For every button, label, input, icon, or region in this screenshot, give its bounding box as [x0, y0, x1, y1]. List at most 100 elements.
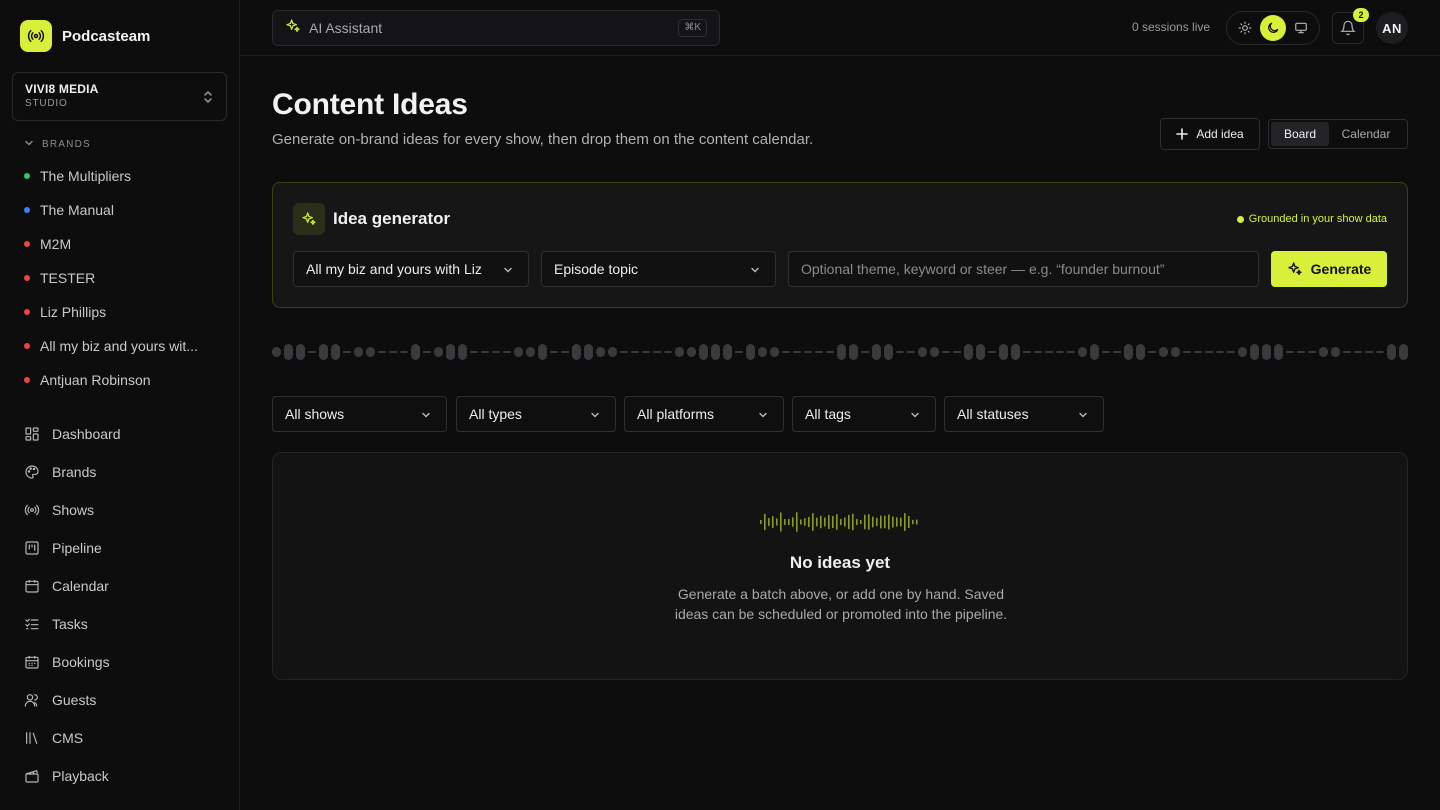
waveform-bar	[584, 344, 593, 360]
plus-icon	[1176, 128, 1189, 140]
waveform-bar	[1343, 351, 1351, 353]
nav-item-cms[interactable]: CMS	[24, 719, 224, 757]
add-idea-button[interactable]: Add idea	[1160, 118, 1260, 150]
waveform-divider	[272, 344, 1408, 360]
waveform-bar	[389, 351, 397, 353]
brand-color-dot	[24, 173, 30, 179]
waveform-bar	[1331, 347, 1340, 357]
waveform-bar	[760, 520, 762, 524]
sidebar-brand-item[interactable]: TESTER	[24, 261, 224, 295]
waveform-bar	[1262, 344, 1271, 360]
waveform-bar	[804, 351, 812, 353]
waveform-bar	[988, 351, 996, 353]
waveform-bar	[896, 517, 898, 527]
waveform-bar	[904, 513, 906, 531]
nav-item-guests[interactable]: Guests	[24, 681, 224, 719]
sidebar-brand-item[interactable]: The Multipliers	[24, 159, 224, 193]
checklist-icon	[24, 616, 40, 632]
waveform-bar	[343, 351, 351, 353]
nav-item-brands[interactable]: Brands	[24, 453, 224, 491]
tab-board[interactable]: Board	[1271, 122, 1329, 146]
sidebar-brand-item[interactable]: Liz Phillips	[24, 295, 224, 329]
tab-calendar[interactable]: Calendar	[1329, 122, 1403, 146]
waveform-bar	[272, 347, 281, 357]
waveform-bar	[999, 344, 1008, 360]
nav-item-calendar[interactable]: Calendar	[24, 567, 224, 605]
nav-item-bookings[interactable]: Bookings	[24, 643, 224, 681]
waveform-bar	[1067, 351, 1075, 353]
ai-assistant-button[interactable]: AI Assistant ⌘K	[272, 10, 720, 46]
shortcut-hint: ⌘K	[678, 19, 707, 37]
waveform-bar	[503, 351, 511, 353]
waveform-bar	[492, 351, 500, 353]
waveform-bar	[772, 516, 774, 528]
sidebar-brand-item[interactable]: Antjuan Robinson	[24, 363, 224, 397]
waveform-bar	[884, 515, 886, 529]
waveform-bar	[550, 351, 558, 353]
waveform-bar	[331, 344, 340, 360]
nav-item-pipeline[interactable]: Pipeline	[24, 529, 224, 567]
moon-icon	[1268, 22, 1279, 33]
grounded-label: Grounded in your show data	[1248, 213, 1387, 225]
nav-item-tasks[interactable]: Tasks	[24, 605, 224, 643]
workspace-switcher[interactable]: VIVI8 MEDIA STUDIO	[12, 72, 227, 121]
filter-types[interactable]: All types	[456, 396, 616, 432]
add-idea-label: Add idea	[1196, 127, 1244, 141]
show-select[interactable]: All my biz and yours with Liz	[293, 251, 529, 287]
brands-section-toggle[interactable]: BRANDS	[24, 138, 91, 151]
idea-type-select[interactable]: Episode topic	[541, 251, 776, 287]
notifications-button[interactable]: 2	[1332, 8, 1369, 44]
waveform-bar	[860, 519, 862, 525]
idea-generator-title: Idea generator	[333, 209, 451, 228]
waveform-bar	[820, 515, 822, 529]
waveform-bar	[930, 347, 939, 357]
waveform-bar	[840, 518, 842, 526]
waveform-bar	[884, 344, 893, 360]
nav-item-playback[interactable]: Playback	[24, 757, 224, 795]
waveform-bar	[784, 518, 786, 526]
nav-label: Brands	[52, 464, 97, 480]
waveform-bar	[826, 351, 834, 353]
filter-tags[interactable]: All tags	[792, 396, 936, 432]
sidebar-brand-item[interactable]: M2M	[24, 227, 224, 261]
sidebar-brand-item[interactable]: The Manual	[24, 193, 224, 227]
sparkles-icon	[1287, 262, 1302, 275]
generate-button[interactable]: Generate	[1271, 251, 1387, 287]
waveform-bar	[876, 517, 878, 527]
filter-platforms[interactable]: All platforms	[624, 396, 784, 432]
sun-icon	[1238, 21, 1252, 35]
light-theme-button[interactable]	[1232, 15, 1258, 41]
waveform-bar	[815, 351, 823, 353]
filter-shows[interactable]: All shows	[272, 396, 447, 432]
waveform-bar	[844, 517, 846, 527]
top-bar: AI Assistant ⌘K 0 sessions live 2 AN	[240, 0, 1440, 56]
waveform-bar	[808, 516, 810, 528]
waveform-bar	[1159, 347, 1168, 357]
waveform-bar	[1387, 344, 1396, 360]
app-logo[interactable]: Podcasteam	[20, 20, 150, 52]
waveform-bar	[1102, 351, 1110, 353]
waveform-bar	[1354, 351, 1362, 353]
chevron-down-icon	[759, 412, 767, 418]
nav-label: Bookings	[52, 654, 110, 670]
waveform-bar	[888, 514, 890, 530]
nav-item-shows[interactable]: Shows	[24, 491, 224, 529]
waveform-bar	[864, 514, 866, 530]
nav-item-dashboard[interactable]: Dashboard	[24, 415, 224, 453]
waveform-bar	[782, 351, 790, 353]
waveform-bar	[458, 344, 467, 360]
filter-statuses[interactable]: All statuses	[944, 396, 1104, 432]
brand-label: The Manual	[40, 202, 114, 218]
waveform-bar	[608, 347, 617, 357]
calendar-check-icon	[24, 654, 40, 670]
waveform-bar	[675, 347, 684, 357]
waveform-bar	[1183, 351, 1191, 353]
system-theme-button[interactable]	[1288, 15, 1314, 41]
theme-input[interactable]	[788, 251, 1259, 287]
waveform-bar	[1227, 351, 1235, 353]
waveform-bar	[824, 517, 826, 527]
dark-theme-button[interactable]	[1260, 15, 1286, 41]
nav-label: Playback	[52, 768, 109, 784]
user-avatar[interactable]: AN	[1376, 12, 1408, 44]
sidebar-brand-item[interactable]: All my biz and yours wit...	[24, 329, 224, 363]
